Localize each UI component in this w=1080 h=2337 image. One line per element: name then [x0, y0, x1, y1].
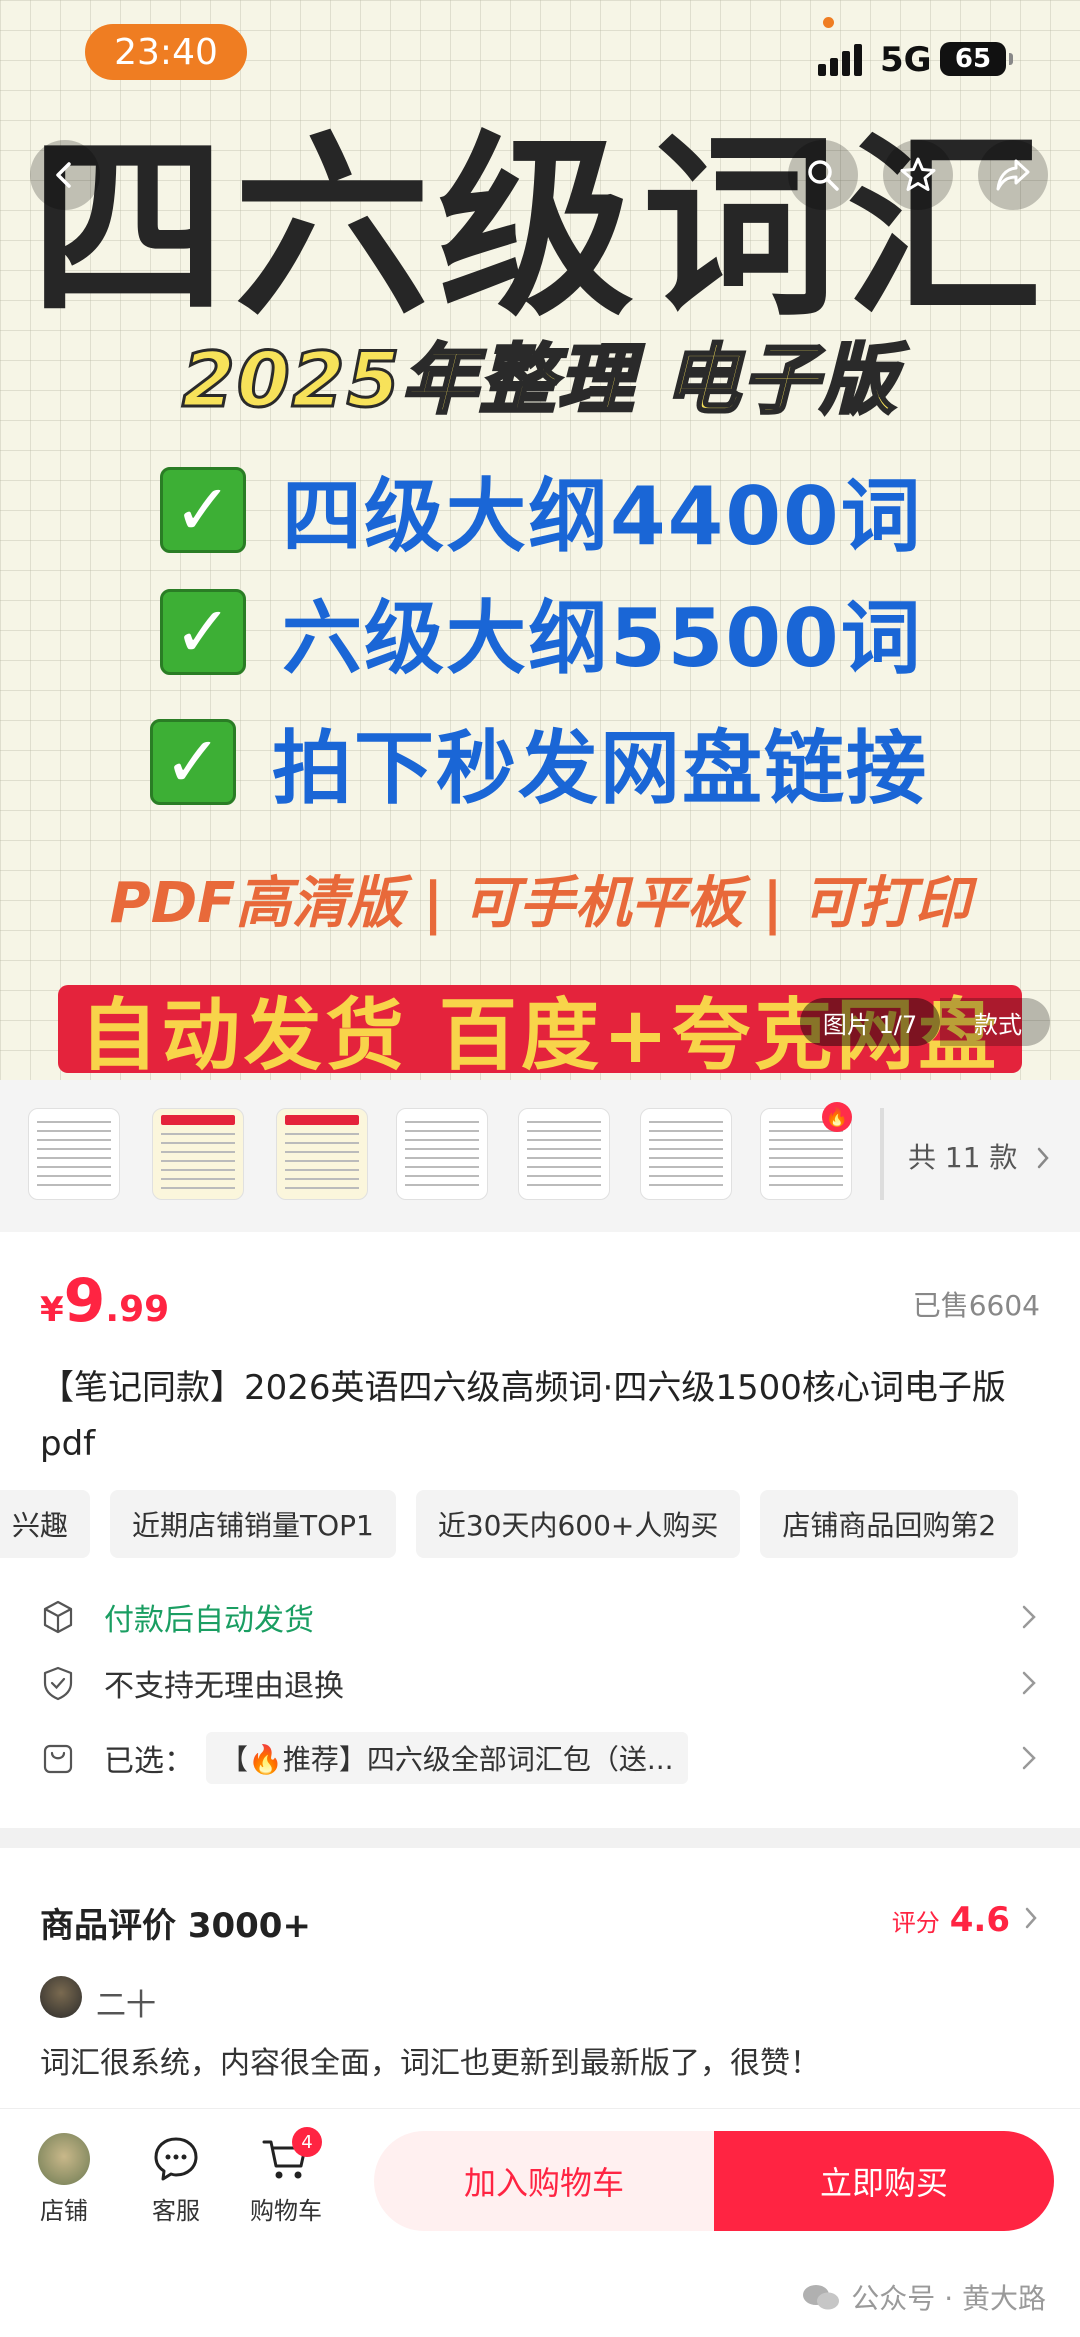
tag-chip[interactable]: 近30天内600+人购买 [415, 1490, 741, 1558]
chevron-right-icon [1025, 1907, 1037, 1929]
status-time: 23:40 [85, 24, 247, 80]
hero-line-cet6: ✓ 六级大纲5500词 [160, 582, 923, 685]
favorite-button[interactable] [883, 140, 953, 210]
product-title: 【笔记同款】2026英语四六级高频词·四六级1500核心词电子版pdf [40, 1368, 1006, 1464]
shop-avatar [38, 2133, 90, 2185]
thumbnail[interactable] [28, 1108, 120, 1200]
chat-icon [154, 2137, 198, 2181]
shop-label: 店铺 [40, 2197, 88, 2225]
hero-subtitle: 2025年整理 电子版 [181, 334, 898, 426]
product-info-card: ¥9.99 已售6604 【笔记同款】2026英语四六级高频词·四六级1500核… [0, 1232, 1080, 1828]
price: ¥9.99 [40, 1266, 169, 1336]
share-button[interactable] [978, 140, 1048, 210]
thumbnail[interactable] [152, 1108, 244, 1200]
buy-now-button[interactable]: 立即购买 [714, 2131, 1054, 2231]
chevron-right-icon [1022, 1605, 1036, 1629]
hot-badge-icon: 🔥 [822, 1102, 852, 1132]
watermark-text: 公众号 · 黄大路 [851, 2282, 1046, 2315]
share-icon [996, 159, 1030, 191]
reviewer-avatar [40, 1976, 82, 2018]
delivery-text: 付款后自动发货 [104, 1603, 314, 1638]
privacy-indicator [823, 17, 834, 28]
total-styles-label: 共 11 款 [908, 1141, 1018, 1174]
battery-icon: 65 [940, 42, 1013, 76]
tag-chip[interactable]: 近期店铺销量TOP1 [110, 1490, 396, 1558]
thumbnail[interactable] [640, 1108, 732, 1200]
selected-variant: 【🔥推荐】四六级全部词汇包（送... [206, 1732, 688, 1784]
return-policy-text: 不支持无理由退换 [104, 1669, 344, 1704]
package-icon [43, 1600, 73, 1634]
hero-line-text: 六级大纲5500词 [282, 592, 923, 685]
check-icon: ✓ [160, 467, 246, 553]
shop-button[interactable]: 店铺 [14, 2133, 114, 2226]
image-counter: 图片 1/7 [800, 998, 940, 1046]
add-to-cart-button[interactable]: 加入购物车 [374, 2131, 714, 2231]
hero-line-delivery: ✓ 拍下秒发网盘链接 [150, 712, 928, 815]
hero-format-line: PDF高清版 | 可手机平板 | 可打印 [109, 871, 971, 936]
product-image-carousel[interactable]: 四六级词汇 2025年整理 电子版 ✓ 四级大纲4400词 ✓ 六级大纲5500… [0, 0, 1080, 1080]
hero-line-text: 四级大纲4400词 [282, 470, 923, 563]
hero-line-text: 拍下秒发网盘链接 [272, 722, 928, 815]
review-text: 词汇很系统，内容很全面，词汇也更新到最新版了，很赞！ [40, 2046, 820, 2081]
network-type: 5G [880, 40, 932, 80]
reviews-title: 商品评价 3000+ [40, 1906, 311, 1946]
thumbnail[interactable] [276, 1108, 368, 1200]
return-policy-row[interactable]: 不支持无理由退换 [40, 1653, 1040, 1713]
chevron-left-icon [56, 162, 71, 188]
rating-label: 评分 [891, 1909, 940, 1937]
check-icon: ✓ [150, 719, 236, 805]
thumbnail-divider [880, 1108, 884, 1200]
watermark: 公众号 · 黄大路 [801, 2277, 1046, 2317]
signal-icon [818, 42, 868, 76]
selected-label: 已选： [104, 1744, 194, 1779]
hero-line-cet4: ✓ 四级大纲4400词 [160, 460, 923, 563]
shield-check-icon [43, 1666, 73, 1701]
style-chip[interactable]: 款式 [940, 998, 1050, 1046]
sold-count: 已售6604 [912, 1289, 1040, 1322]
search-button[interactable] [788, 140, 858, 210]
chevron-right-icon [1038, 1147, 1050, 1169]
hero-title: 四六级词汇 [29, 115, 1050, 343]
search-icon [808, 160, 839, 191]
shopping-bag-icon [43, 1744, 73, 1774]
delivery-row[interactable]: 付款后自动发货 [40, 1587, 1040, 1647]
reviewer-name: 二十 [96, 1988, 156, 2023]
cart-count-badge: 4 [292, 2127, 322, 2157]
price-currency: ¥ [40, 1290, 64, 1330]
rating-value: 4.6 [949, 1900, 1010, 1940]
rating[interactable]: 评分 4.6 [892, 1900, 1040, 1940]
chevron-right-icon [1022, 1671, 1036, 1695]
chevron-right-icon [1022, 1746, 1036, 1770]
back-button[interactable] [30, 140, 100, 210]
star-icon [900, 157, 936, 191]
cart-button[interactable]: 4 购物车 [236, 2127, 336, 2226]
tag-list[interactable]: 兴趣 近期店铺销量TOP1 近30天内600+人购买 店铺商品回购第2 [0, 1490, 1019, 1558]
thumbnail[interactable] [396, 1108, 488, 1200]
tag-chip[interactable]: 兴趣 [0, 1490, 91, 1558]
total-styles-link[interactable]: 共 11 款 [908, 1136, 1052, 1176]
check-icon: ✓ [160, 589, 246, 675]
price-decimal: .99 [105, 1289, 170, 1330]
tag-chip[interactable]: 店铺商品回购第2 [760, 1490, 1019, 1558]
price-integer: 9 [63, 1266, 106, 1336]
cart-label: 购物车 [250, 2197, 322, 2225]
wechat-icon [803, 2285, 840, 2310]
thumbnail[interactable] [518, 1108, 610, 1200]
reviews-section[interactable]: 商品评价 3000+ 评分 4.6 二十 词汇很系统，内容很全面，词汇也更新到最… [0, 1848, 1080, 2108]
customer-service-button[interactable]: 客服 [126, 2133, 226, 2226]
customer-service-label: 客服 [152, 2197, 200, 2225]
bottom-action-bar: 店铺 客服 4 购物车 加入购物车 立即购买 公众号 · 黄大路 [0, 2108, 1080, 2337]
selected-variant-row[interactable]: 已选： 【🔥推荐】四六级全部词汇包（送... [40, 1728, 1040, 1788]
